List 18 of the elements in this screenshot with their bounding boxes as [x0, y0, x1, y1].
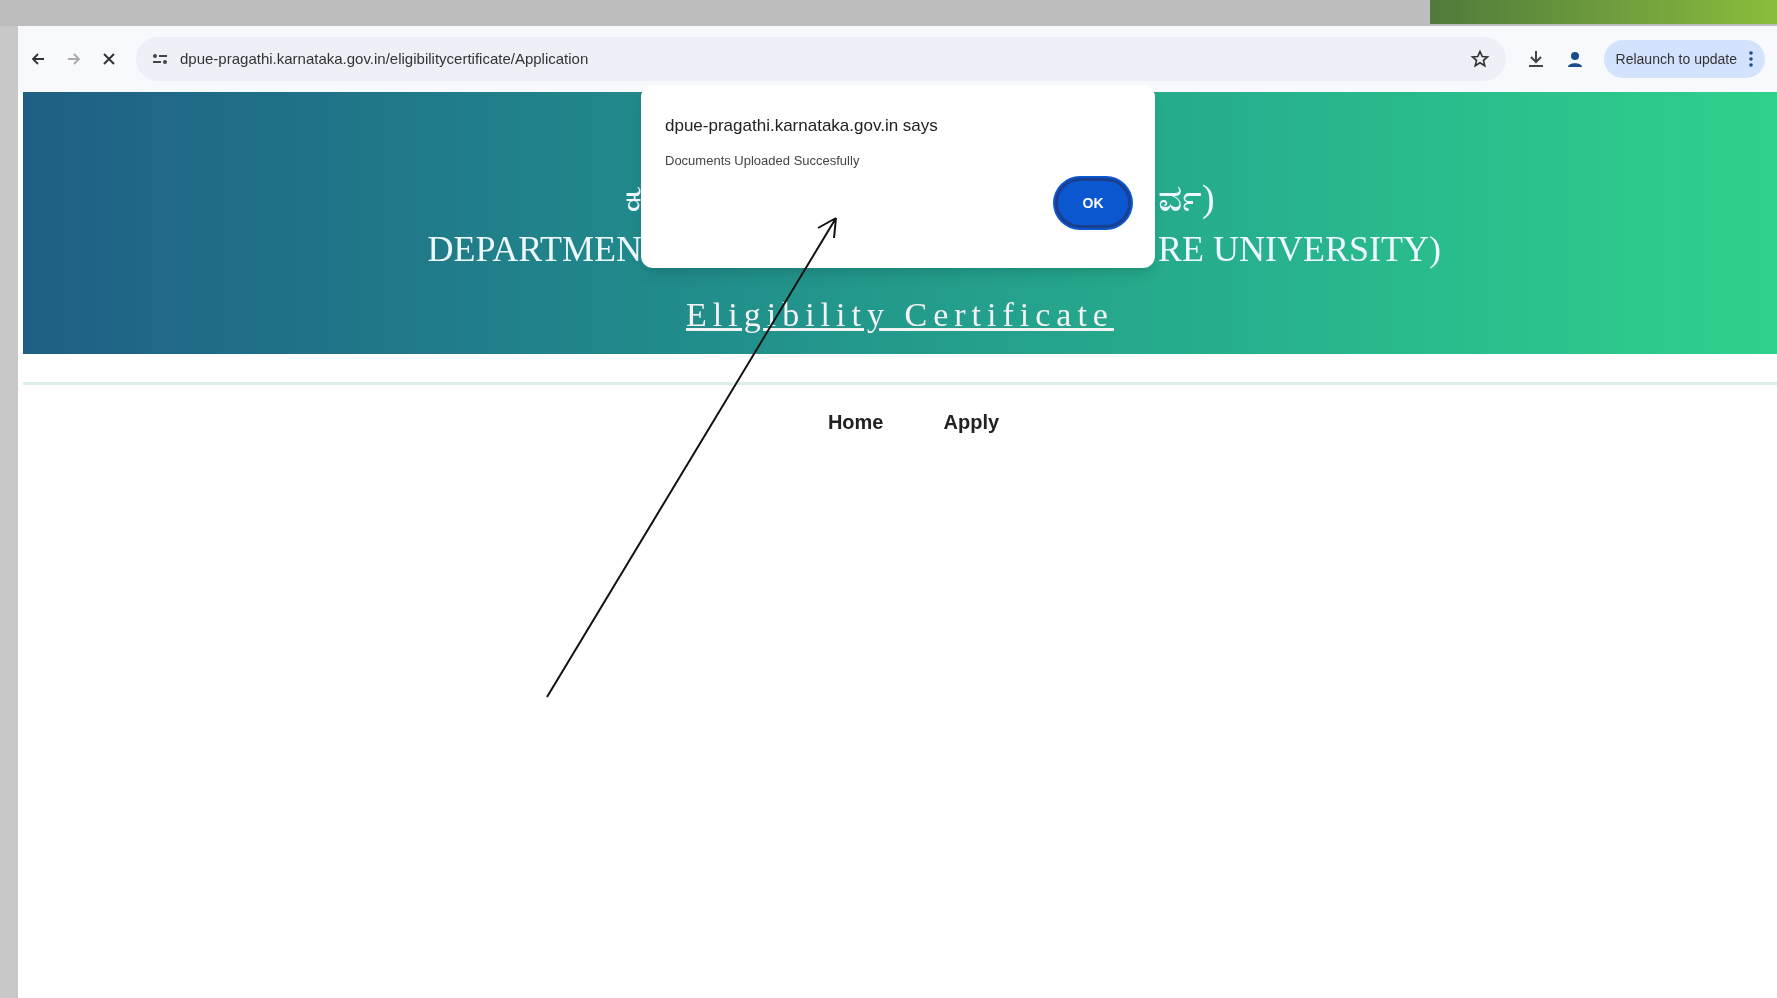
nav-link[interactable]: Apply	[943, 407, 1000, 437]
banner-heading-text: RE UNIVERSITY)	[1158, 228, 1442, 271]
site-settings-icon[interactable]	[152, 52, 168, 66]
more-icon[interactable]	[1749, 51, 1753, 67]
ok-button[interactable]: OK	[1055, 178, 1131, 228]
banner-heading-text: ರ್ವ)	[1158, 176, 1216, 221]
banner-heading-text: ಕ	[624, 176, 642, 221]
banner-heading-text: DEPARTMEN	[426, 228, 642, 271]
url-text: dpue-pragathi.karnataka.gov.in/eligibilitycertificate/Application	[180, 48, 590, 69]
nav-link[interactable]: Home	[827, 407, 884, 437]
back-icon[interactable]	[30, 51, 46, 67]
dialog-title: dpue-pragathi.karnataka.gov.in says	[665, 115, 939, 137]
star-icon[interactable]	[1469, 49, 1490, 69]
dialog-message: Documents Uploaded Succesfully	[665, 151, 861, 170]
relaunch-button[interactable]: Relaunch to update	[1603, 40, 1765, 78]
profile-icon[interactable]	[1565, 50, 1584, 68]
address-bar[interactable]: dpue-pragathi.karnataka.gov.in/eligibilitycertificate/Application	[136, 37, 1506, 81]
close-icon[interactable]	[102, 52, 116, 66]
